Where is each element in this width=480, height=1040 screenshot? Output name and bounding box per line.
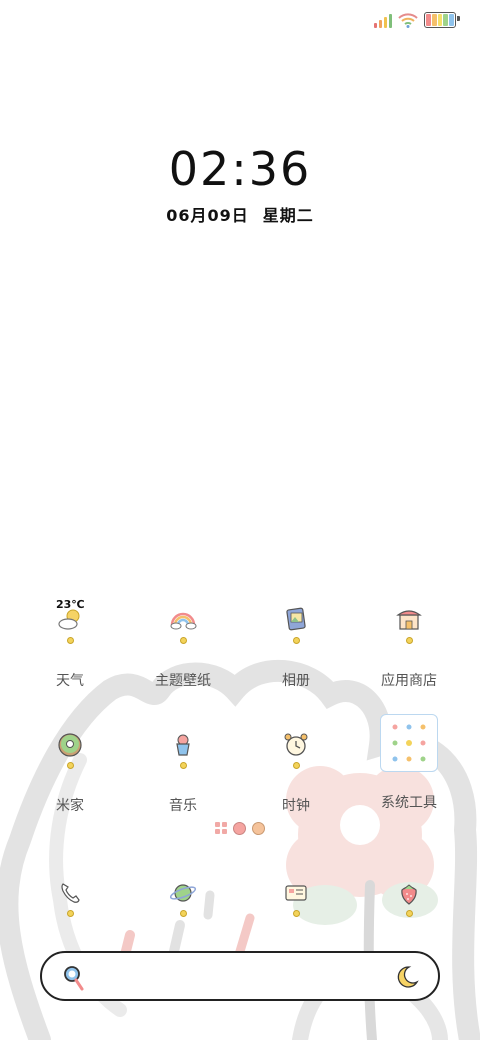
- dock-phone[interactable]: [14, 878, 126, 917]
- app-dot: [405, 910, 413, 917]
- message-card-icon: [285, 885, 307, 901]
- app-clock[interactable]: 时钟: [240, 730, 352, 815]
- weekday-text: 星期二: [262, 206, 314, 225]
- app-label: 系统工具: [381, 795, 437, 811]
- search-lens-icon[interactable]: [62, 965, 86, 991]
- app-store[interactable]: 应用商店: [353, 605, 465, 690]
- clock-time[interactable]: 02:36: [0, 142, 480, 196]
- photo-album-icon: [286, 607, 306, 631]
- app-store-icon: [396, 610, 422, 630]
- alarm-clock-icon: [284, 733, 308, 756]
- app-dot: [292, 910, 300, 917]
- app-label: 时钟: [282, 798, 310, 814]
- ice-cream-icon: [176, 734, 190, 756]
- app-music[interactable]: 音乐: [127, 730, 239, 815]
- app-dot: [179, 910, 187, 917]
- date-text: 06月09日: [166, 206, 249, 225]
- app-dot: [292, 762, 300, 769]
- rainbow-icon: [170, 612, 197, 630]
- app-label: 天气: [56, 673, 84, 689]
- page-dot-2[interactable]: [252, 822, 265, 835]
- planet-icon: [169, 884, 197, 902]
- dock-messages[interactable]: [240, 878, 352, 917]
- dock-browser[interactable]: [127, 878, 239, 917]
- page-indicator[interactable]: [0, 822, 480, 835]
- battery-icon: [424, 12, 460, 28]
- strawberry-icon: [401, 884, 417, 905]
- app-drawer-indicator-icon[interactable]: [215, 822, 227, 834]
- date-line[interactable]: 06月09日 星期二: [0, 202, 480, 226]
- app-dot: [66, 762, 74, 769]
- page-dot-1[interactable]: [233, 822, 246, 835]
- app-label: 相册: [282, 673, 310, 689]
- weather-icon: [58, 609, 80, 630]
- app-dot: [66, 637, 74, 644]
- folder-system-tools[interactable]: 系统工具: [353, 714, 465, 812]
- app-gallery[interactable]: 相册: [240, 605, 352, 690]
- app-weather[interactable]: 天气: [14, 605, 126, 690]
- system-tools-folder-icon: [380, 714, 438, 772]
- moon-icon[interactable]: [394, 964, 420, 990]
- app-mijia[interactable]: 米家: [14, 730, 126, 815]
- status-bar: [374, 10, 460, 30]
- wifi-icon: [398, 13, 418, 28]
- app-themes[interactable]: 主题壁纸: [127, 605, 239, 690]
- search-bar[interactable]: [40, 951, 440, 1001]
- app-label: 米家: [56, 798, 84, 814]
- dock-camera[interactable]: [353, 878, 465, 917]
- signal-icon: [374, 12, 392, 28]
- app-label: 音乐: [169, 798, 197, 814]
- app-dot: [405, 637, 413, 644]
- phone-icon: [61, 883, 80, 903]
- app-label: 应用商店: [381, 673, 437, 689]
- app-dot: [66, 910, 74, 917]
- donut-icon: [58, 733, 82, 757]
- app-label: 主题壁纸: [155, 673, 211, 689]
- app-dot: [179, 637, 187, 644]
- app-dot: [179, 762, 187, 769]
- app-dot: [292, 637, 300, 644]
